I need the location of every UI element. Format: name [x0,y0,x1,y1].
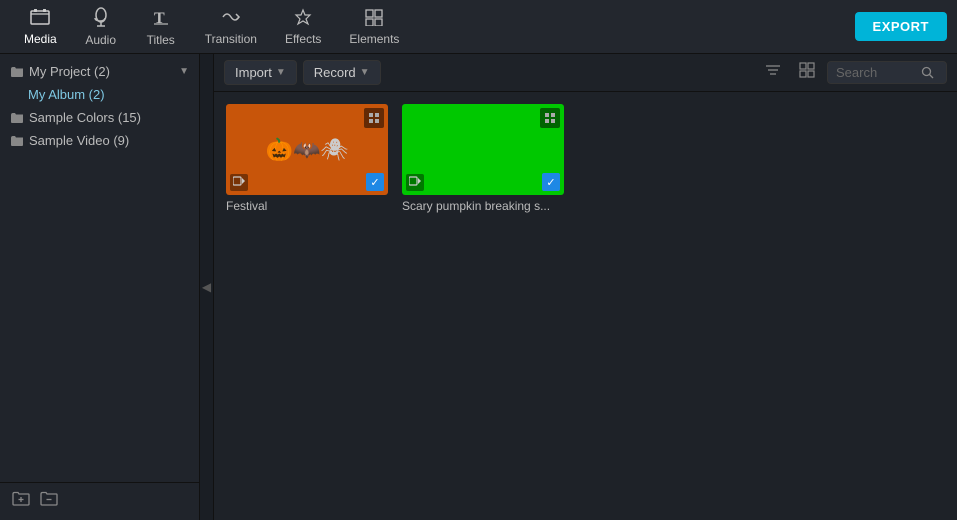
record-chevron-icon: ▼ [360,67,370,78]
media-icon [30,8,50,29]
search-icon [921,66,934,79]
toolbar-effects-label: Effects [285,32,321,46]
main-layout: My Project (2) ▼ My Album (2) Sample Col… [0,54,957,520]
sidebar: My Project (2) ▼ My Album (2) Sample Col… [0,54,200,520]
filter-button[interactable] [759,59,787,86]
toolbar-titles[interactable]: T Titles [131,3,191,51]
record-label: Record [314,65,356,80]
sidebar-item-my-project-label: My Project (2) [29,64,110,79]
titles-icon: T [152,7,170,30]
video-type-icon-scary [406,174,424,191]
media-thumb-scary: ✓ [402,104,564,195]
effects-icon [293,8,313,29]
media-item-festival[interactable]: 🎃🦇🕷 [226,104,388,213]
folder-icon-colors [10,112,24,124]
folder-icon-video [10,135,24,147]
toolbar-media[interactable]: Media [10,4,71,50]
toolbar-elements-label: Elements [349,32,399,46]
sidebar-collapse-handle[interactable]: ◀ [200,54,214,520]
media-item-scary-pumpkin[interactable]: ✓ Scary pumpkin breaking s... [402,104,564,213]
grid-view-button[interactable] [793,58,821,87]
content-area: Import ▼ Record ▼ [214,54,957,520]
toolbar-audio-label: Audio [85,33,116,47]
toolbar-effects[interactable]: Effects [271,4,335,50]
sidebar-item-sample-colors[interactable]: Sample Colors (15) [0,106,199,129]
sidebar-item-my-album-label: My Album (2) [28,87,105,102]
import-label: Import [235,65,272,80]
sidebar-item-sample-video[interactable]: Sample Video (9) [0,129,199,152]
scary-pumpkin-label: Scary pumpkin breaking s... [402,199,550,213]
festival-check: ✓ [366,173,384,191]
festival-label: Festival [226,199,267,213]
toolbar-elements[interactable]: Elements [335,4,413,50]
import-button[interactable]: Import ▼ [224,60,297,85]
sidebar-item-sample-colors-label: Sample Colors (15) [29,110,141,125]
delete-folder-icon[interactable] [40,491,58,512]
media-grid: 🎃🦇🕷 [214,92,957,520]
record-button[interactable]: Record ▼ [303,60,381,85]
sidebar-footer [0,482,199,520]
toolbar-transition[interactable]: Transition [191,4,271,50]
search-box [827,61,947,84]
sidebar-tree: My Project (2) ▼ My Album (2) Sample Col… [0,54,199,482]
media-thumb-festival: 🎃🦇🕷 [226,104,388,195]
export-button[interactable]: EXPORT [855,12,947,41]
sidebar-item-my-project[interactable]: My Project (2) ▼ [0,60,199,83]
chevron-down-icon: ▼ [179,66,189,77]
import-chevron-icon: ▼ [276,67,286,78]
halloween-icons: 🎃🦇🕷 [266,137,349,163]
video-type-icon [230,174,248,191]
content-toolbar: Import ▼ Record ▼ [214,54,957,92]
toolbar-transition-label: Transition [205,32,257,46]
search-input[interactable] [836,65,916,80]
sidebar-item-sample-video-label: Sample Video (9) [29,133,129,148]
corner-grid-icon-scary [540,108,560,128]
toolbar-titles-label: Titles [147,33,175,47]
elements-icon [364,8,384,29]
top-toolbar: Media Audio T Titles Transi [0,0,957,54]
new-folder-icon[interactable] [12,491,30,512]
audio-icon [92,7,110,30]
toolbar-media-label: Media [24,32,57,46]
folder-icon [10,66,24,78]
corner-grid-icon [364,108,384,128]
toolbar-audio[interactable]: Audio [71,3,131,51]
scary-check: ✓ [542,173,560,191]
sidebar-item-my-album[interactable]: My Album (2) [0,83,199,106]
transition-icon [221,8,241,29]
